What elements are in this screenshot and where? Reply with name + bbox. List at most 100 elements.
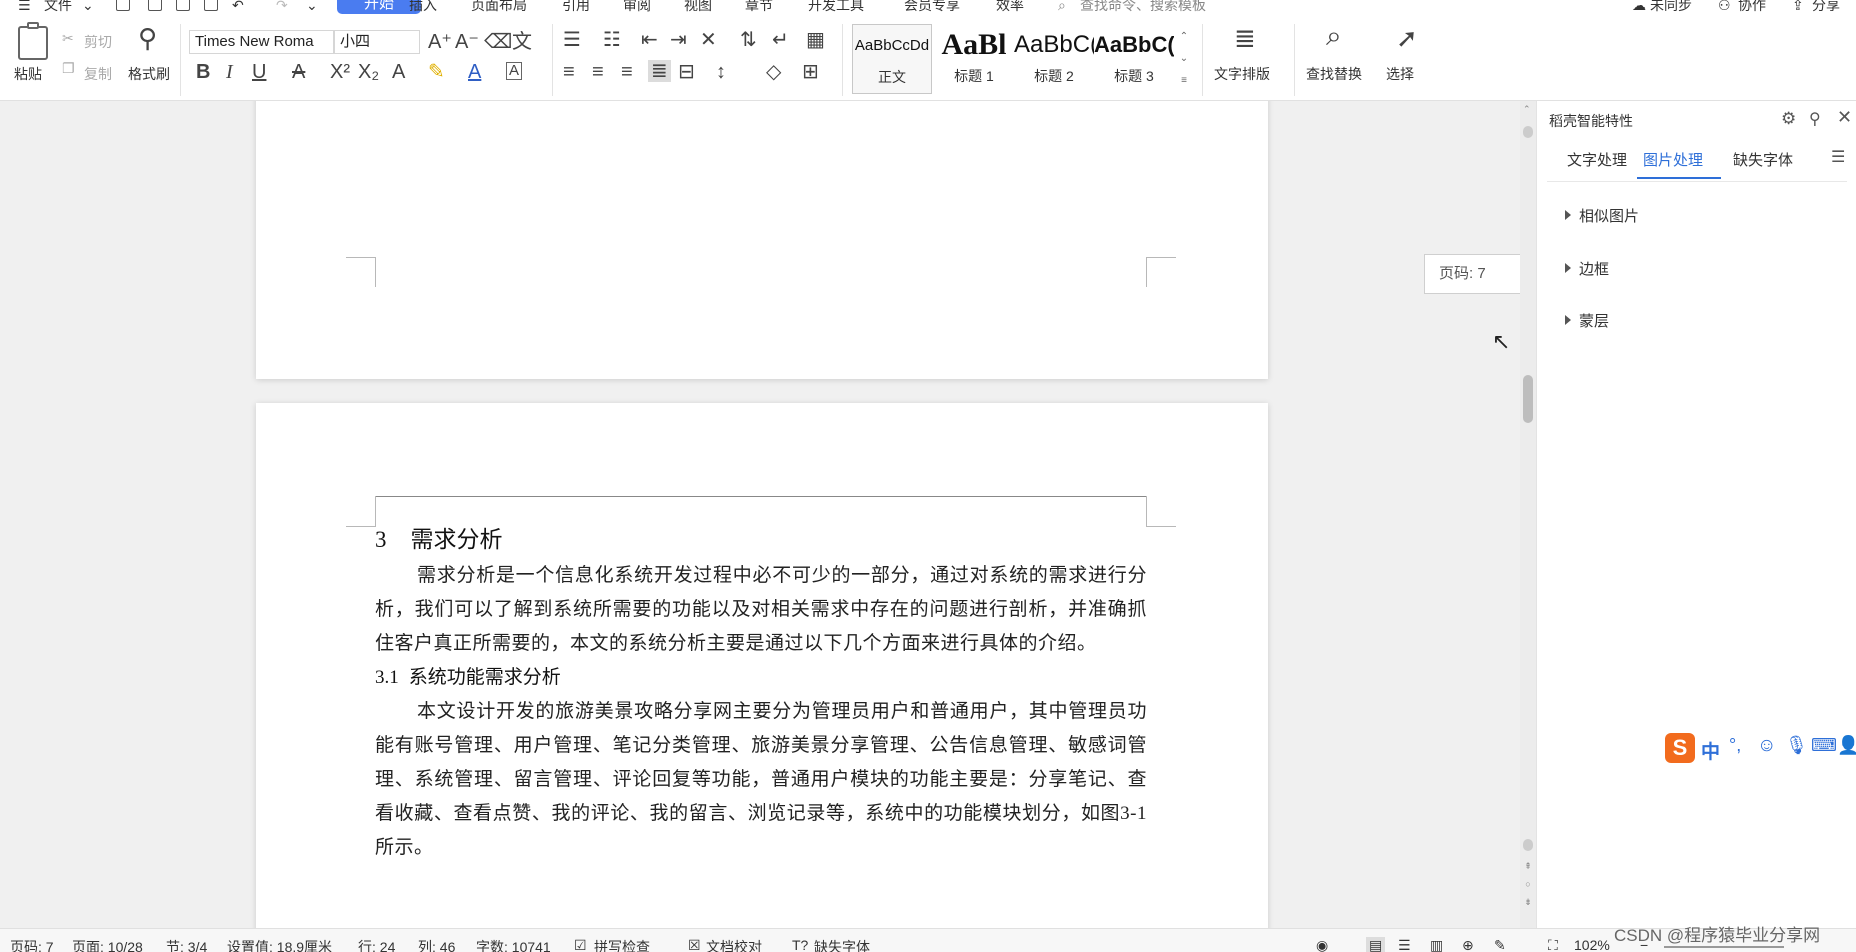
style-normal[interactable]: AaBbCcDd 正文	[852, 24, 932, 94]
redo-icon[interactable]: ↷	[276, 0, 288, 14]
pin-icon[interactable]: ⚲	[1809, 109, 1821, 129]
print-icon[interactable]	[176, 0, 190, 11]
tab-view[interactable]: 视图	[684, 0, 712, 14]
command-search-input[interactable]: 查找命令、搜索模板	[1080, 0, 1206, 14]
scroll-up-icon[interactable]	[1523, 126, 1533, 138]
doc-proof-button[interactable]: 文档校对	[706, 937, 762, 952]
font-color-icon[interactable]: A	[468, 62, 481, 82]
superscript-icon[interactable]: X²	[330, 62, 350, 82]
zoom-level[interactable]: 102%	[1574, 937, 1610, 952]
align-right-icon[interactable]: ≡	[621, 62, 633, 82]
magnifier-icon[interactable]: ⌕	[1326, 22, 1342, 50]
tab-developer[interactable]: 开发工具	[808, 0, 864, 14]
bold-icon[interactable]: B	[196, 62, 210, 82]
paste-button[interactable]: 粘贴	[14, 64, 42, 84]
page-view-icon[interactable]: ▤	[1366, 937, 1386, 952]
document-body[interactable]: 3 需求分析 需求分析是一个信息化系统开发过程中必不可少的一部分，通过对系统的需求…	[375, 519, 1147, 865]
subscript-icon[interactable]: X₂	[358, 62, 379, 82]
show-marks-icon[interactable]: ↵	[772, 30, 789, 50]
clear-format-icon[interactable]: ⌫	[484, 32, 512, 52]
microphone-icon[interactable]: 🎙	[1785, 735, 1808, 756]
share-icon[interactable]: ⇪	[1792, 0, 1804, 14]
cloud-sync-icon[interactable]: ☁	[1632, 0, 1646, 14]
style-scroll-icon[interactable]: ⌃ ⌄ ≡	[1176, 26, 1192, 92]
emoji-icon[interactable]: ☺	[1757, 735, 1776, 757]
save-icon[interactable]	[116, 0, 130, 11]
settings-gear-icon[interactable]: ⚙	[1781, 109, 1796, 129]
pane-tab-text[interactable]: 文字处理	[1567, 149, 1627, 170]
tab-page-layout[interactable]: 页面布局	[471, 0, 527, 14]
status-section[interactable]: 节: 3/4	[166, 937, 207, 952]
pane-item-mask[interactable]: 蒙层	[1565, 310, 1609, 331]
style-heading1[interactable]: AaBl 标题 1	[934, 24, 1014, 94]
scroll-down-icon[interactable]	[1523, 839, 1533, 851]
tab-efficiency[interactable]: 效率	[996, 0, 1024, 14]
pane-title[interactable]: 稻壳智能特性	[1549, 111, 1633, 131]
decrease-indent-icon[interactable]: ⇤	[641, 30, 658, 50]
collab-button[interactable]: 协作	[1738, 0, 1766, 14]
copy-icon[interactable]: ❐	[62, 60, 75, 77]
scissors-icon[interactable]: ✂	[62, 30, 74, 47]
table-grid-icon[interactable]: ▦	[806, 30, 825, 50]
eye-protect-icon[interactable]: ◉	[1316, 937, 1328, 952]
page-previous[interactable]	[256, 101, 1268, 379]
highlight-icon[interactable]: ✎	[428, 62, 445, 82]
page-nav-icon[interactable]: ⇞ ○ ⇟	[1523, 857, 1533, 911]
format-painter-button[interactable]: 格式刷	[128, 64, 170, 84]
export-pdf-icon[interactable]	[148, 0, 162, 11]
collab-icon[interactable]: ⚇	[1718, 0, 1731, 14]
underline-icon[interactable]: U	[252, 62, 266, 82]
text-layout-icon[interactable]: ≣	[1234, 25, 1256, 51]
align-left-icon[interactable]: ≡	[563, 62, 575, 82]
format-painter-icon[interactable]: ⚲	[138, 25, 157, 51]
paragraph[interactable]: 需求分析是一个信息化系统开发过程中必不可少的一部分，通过对系统的需求进行分析，我…	[375, 559, 1147, 661]
pane-item-borders[interactable]: 边框	[1565, 258, 1609, 279]
paragraph[interactable]: 本文设计开发的旅游美景攻略分享网主要分为管理员用户和普通用户，其中管理员功能有账…	[375, 695, 1147, 865]
web-view-icon[interactable]: ⊕	[1462, 937, 1474, 952]
numbered-list-icon[interactable]: ☷	[603, 30, 621, 50]
missing-font-icon[interactable]: T?	[792, 937, 808, 952]
sort-icon[interactable]: ⇅	[740, 30, 757, 50]
status-col[interactable]: 列: 46	[418, 937, 455, 952]
phonetic-guide-icon[interactable]: 文	[512, 32, 532, 52]
ime-mode[interactable]: 中	[1701, 737, 1720, 764]
status-setting[interactable]: 设置值: 18.9厘米	[227, 937, 332, 952]
file-menu[interactable]: 文件	[44, 0, 72, 14]
line-spacing-icon[interactable]: ↕	[716, 62, 726, 82]
paste-icon[interactable]	[18, 22, 48, 60]
read-view-icon[interactable]: ▥	[1430, 937, 1443, 952]
zoom-slider[interactable]	[1664, 946, 1784, 948]
tab-sections[interactable]: 章节	[745, 0, 773, 14]
strikethrough-icon[interactable]: A	[292, 62, 305, 82]
distribute-icon[interactable]: ⊟	[678, 62, 695, 82]
increase-indent-icon[interactable]: ⇥	[670, 30, 687, 50]
style-heading2[interactable]: AaBbC( 标题 2	[1014, 24, 1094, 94]
menu-icon[interactable]: ☰	[1831, 147, 1845, 167]
keyboard-icon[interactable]: ⌨	[1811, 735, 1837, 756]
ime-toolbar[interactable]: S 中 °, ☺ 🎙 ⌨ 👤	[1663, 731, 1856, 765]
tab-member[interactable]: 会员专享	[904, 0, 960, 14]
missing-font-button[interactable]: 缺失字体	[814, 937, 870, 952]
fit-page-icon[interactable]: ⛶	[1548, 937, 1558, 952]
spell-check-icon[interactable]: ☑	[574, 937, 587, 952]
share-button[interactable]: 分享	[1812, 0, 1840, 14]
grow-font-icon[interactable]: A⁺	[428, 32, 452, 52]
shading-icon[interactable]: ◇	[766, 62, 781, 82]
user-icon[interactable]: 👤	[1837, 735, 1856, 756]
undo-icon[interactable]: ↶	[232, 0, 244, 14]
font-size-select[interactable]: 小四	[334, 30, 420, 54]
customize-quickbar-icon[interactable]: ⌄	[306, 0, 318, 14]
justify-icon[interactable]: ≣	[648, 60, 671, 82]
scroll-thumb[interactable]	[1523, 375, 1533, 423]
tab-insert[interactable]: 插入	[409, 0, 437, 14]
pane-tab-missing-fonts[interactable]: 缺失字体	[1733, 149, 1793, 170]
font-name-select[interactable]: Times New Roma	[189, 30, 334, 54]
style-heading3[interactable]: AaBbC( 标题 3	[1094, 24, 1174, 94]
vertical-scrollbar[interactable]: ⌃ ⇞ ○ ⇟	[1520, 101, 1536, 928]
bullet-list-icon[interactable]: ☰	[563, 30, 581, 50]
status-pages[interactable]: 页面: 10/28	[72, 937, 143, 952]
tab-review[interactable]: 审阅	[623, 0, 651, 14]
copy-button[interactable]: 复制	[84, 64, 112, 84]
hamburger-icon[interactable]: ☰	[18, 0, 31, 14]
status-row[interactable]: 行: 24	[358, 937, 395, 952]
